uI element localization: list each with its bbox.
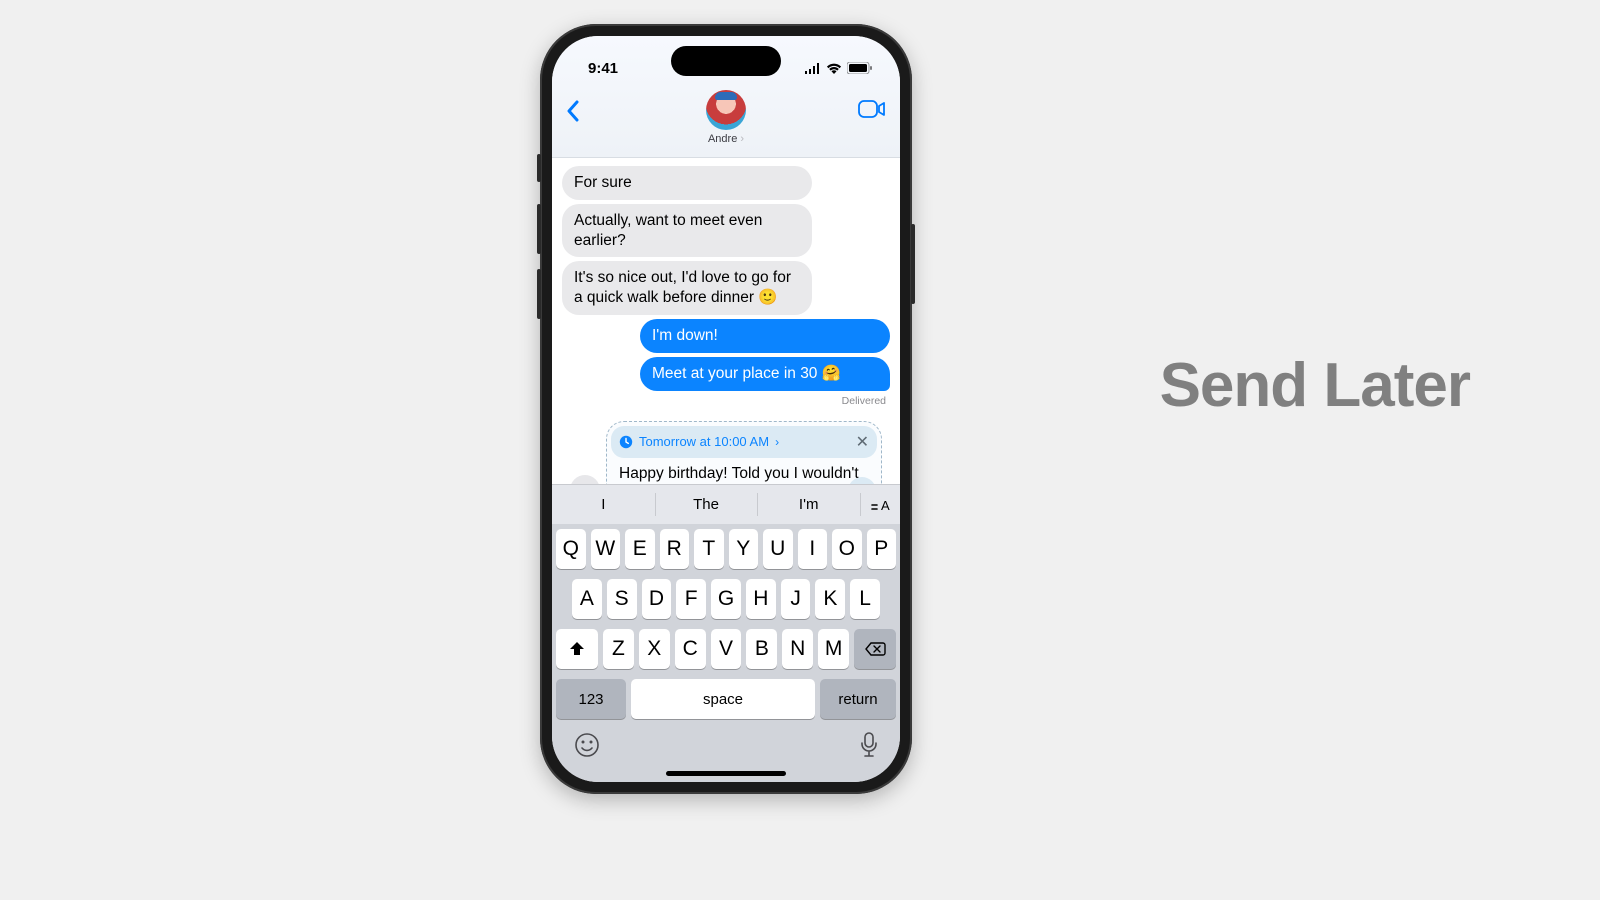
keyboard-row-4: 123 space return [552, 674, 900, 724]
key-p[interactable]: P [867, 529, 897, 569]
backspace-icon [864, 641, 886, 657]
facetime-button[interactable] [846, 90, 886, 123]
power-button [911, 224, 915, 304]
suggestion[interactable]: The [655, 485, 758, 524]
message-in[interactable]: Actually, want to meet even earlier? [562, 204, 812, 258]
key-l[interactable]: L [850, 579, 880, 619]
messages-thread[interactable]: For sure Actually, want to meet even ear… [552, 158, 900, 484]
status-icons [804, 62, 872, 74]
scheduled-message-box[interactable]: Tomorrow at 10:00 AM › ✕ Happy birthday!… [606, 421, 882, 484]
attachments-button[interactable]: + [570, 475, 600, 484]
volume-down [537, 269, 541, 319]
avatar [706, 90, 746, 130]
compose-input[interactable]: Happy birthday! Told you I wouldn't forg… [611, 458, 877, 484]
key-c[interactable]: C [675, 629, 706, 669]
message-out[interactable]: Meet at your place in 30 🤗 [640, 357, 890, 391]
contact-header[interactable]: Andre [706, 90, 746, 145]
key-h[interactable]: H [746, 579, 776, 619]
draft-text: Happy birthday! Told you I wouldn't forg… [619, 465, 859, 484]
key-space[interactable]: space [631, 679, 815, 719]
wifi-icon [826, 63, 842, 74]
key-s[interactable]: S [607, 579, 637, 619]
dictation-button[interactable] [860, 732, 878, 763]
key-u[interactable]: U [763, 529, 793, 569]
emoji-icon [574, 732, 600, 758]
key-y[interactable]: Y [729, 529, 759, 569]
message-out[interactable]: I'm down! [640, 319, 890, 353]
screen: 9:41 Andre For sure Actually, want to me… [552, 36, 900, 782]
key-k[interactable]: K [815, 579, 845, 619]
battery-icon [847, 62, 872, 74]
suggestion[interactable]: I'm [757, 485, 860, 524]
key-e[interactable]: E [625, 529, 655, 569]
keyboard-bottom-row [552, 724, 900, 765]
key-g[interactable]: G [711, 579, 741, 619]
suggestion[interactable]: I [552, 485, 655, 524]
clock-icon [619, 435, 633, 449]
suggestion-bar: I The I'm A [552, 484, 900, 524]
key-b[interactable]: B [746, 629, 777, 669]
delivered-label: Delivered [562, 395, 890, 407]
key-n[interactable]: N [782, 629, 813, 669]
phone-frame: 9:41 Andre For sure Actually, want to me… [540, 24, 912, 794]
compose-row: + Tomorrow at 10:00 AM › ✕ Happy birthda… [562, 407, 890, 484]
key-m[interactable]: M [818, 629, 849, 669]
dynamic-island [671, 46, 781, 76]
status-time: 9:41 [588, 60, 618, 77]
keyboard-row-1: Q W E R T Y U I O P [552, 524, 900, 574]
key-delete[interactable] [854, 629, 896, 669]
key-j[interactable]: J [781, 579, 811, 619]
key-numbers[interactable]: 123 [556, 679, 626, 719]
volume-up [537, 204, 541, 254]
chevron-left-icon [566, 100, 579, 122]
chevron-right-icon: › [775, 435, 779, 449]
text-format-icon: A [870, 497, 890, 513]
key-v[interactable]: V [711, 629, 742, 669]
key-t[interactable]: T [694, 529, 724, 569]
svg-text:A: A [881, 498, 890, 513]
keyboard-row-2: A S D F G H J K L [552, 574, 900, 624]
key-w[interactable]: W [591, 529, 621, 569]
nav-header: Andre [552, 86, 900, 158]
scheduled-time-pill[interactable]: Tomorrow at 10:00 AM › ✕ [611, 426, 877, 458]
key-r[interactable]: R [660, 529, 690, 569]
emoji-button[interactable] [574, 732, 600, 763]
key-d[interactable]: D [642, 579, 672, 619]
message-in[interactable]: For sure [562, 166, 812, 200]
key-q[interactable]: Q [556, 529, 586, 569]
contact-name: Andre [708, 133, 744, 145]
plus-icon: + [579, 477, 592, 484]
key-i[interactable]: I [798, 529, 828, 569]
feature-headline: Send Later [1160, 350, 1470, 421]
cellular-icon [804, 63, 821, 74]
key-z[interactable]: Z [603, 629, 634, 669]
key-x[interactable]: X [639, 629, 670, 669]
scheduled-time-label: Tomorrow at 10:00 AM [639, 434, 769, 449]
keyboard-row-3: Z X C V B N M [552, 624, 900, 674]
mute-switch [537, 154, 541, 182]
key-a[interactable]: A [572, 579, 602, 619]
shift-icon [568, 641, 586, 657]
text-format-button[interactable]: A [860, 485, 900, 524]
microphone-icon [860, 732, 878, 758]
key-shift[interactable] [556, 629, 598, 669]
message-in[interactable]: It's so nice out, I'd love to go for a q… [562, 261, 812, 315]
home-indicator[interactable] [666, 771, 786, 776]
cancel-schedule-button[interactable]: ✕ [856, 432, 869, 452]
keyboard: I The I'm A Q W E R T Y U I O P A [552, 484, 900, 782]
back-button[interactable] [566, 90, 606, 129]
video-icon [858, 100, 886, 118]
key-o[interactable]: O [832, 529, 862, 569]
key-return[interactable]: return [820, 679, 896, 719]
key-f[interactable]: F [676, 579, 706, 619]
